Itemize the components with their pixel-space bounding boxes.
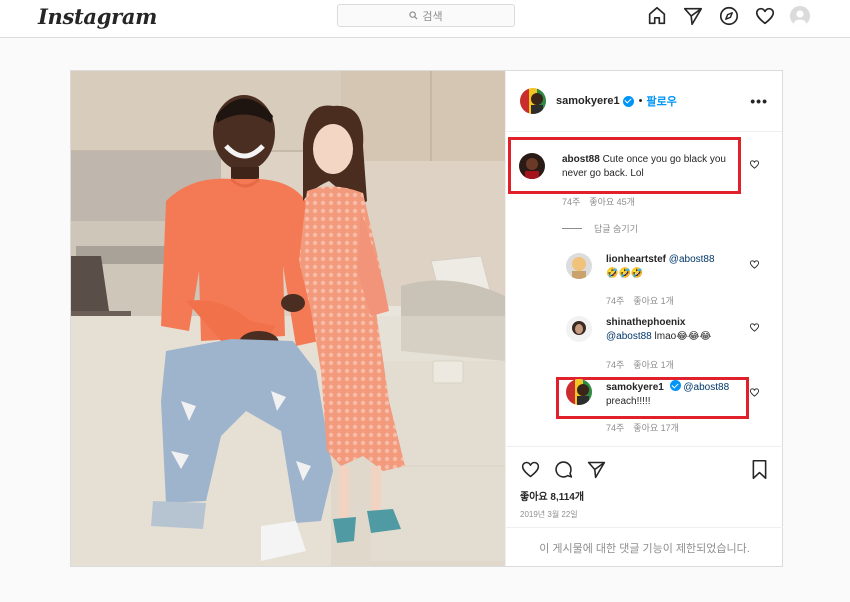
likes-count[interactable]: 좋아요 8,114개 (520, 488, 584, 503)
reply-meta: 74주 좋아요 1개 (606, 294, 683, 307)
instagram-logo[interactable]: Instagram (38, 4, 157, 29)
comment-like-icon[interactable] (749, 159, 760, 170)
home-icon[interactable] (646, 5, 668, 27)
author-username[interactable]: samokyere1 (556, 95, 620, 107)
reply (566, 316, 592, 342)
reply-username[interactable]: lionheartstef (606, 254, 666, 265)
post-photo (71, 71, 505, 566)
reply-text: 🤣🤣🤣 (606, 268, 644, 279)
commenter-avatar[interactable] (519, 153, 545, 179)
verified-badge-icon (669, 380, 681, 391)
search-input[interactable]: 검색 (337, 4, 515, 27)
reply (566, 253, 592, 279)
reply-mention[interactable]: @abost88 (669, 254, 715, 265)
post-sidebar: samokyere1 • 팔로우 ••• abost88 Cute once y… (505, 71, 783, 566)
comment-icon[interactable] (553, 459, 574, 480)
avatar[interactable] (790, 6, 810, 26)
comment-time[interactable]: 74주 (562, 197, 580, 207)
reply-meta: 74주 좋아요 17개 (606, 421, 688, 434)
comments-disabled-notice: 이 게시물에 대한 댓글 기능이 제한되었습니다. (506, 527, 783, 567)
hide-replies-line (562, 228, 582, 229)
top-nav: Instagram 검색 (0, 0, 850, 38)
post-header: samokyere1 • 팔로우 ••• (506, 71, 782, 132)
reply-body: shinathephoenix @abost88 lmao😂😂😂 (606, 316, 746, 344)
reply-like-icon[interactable] (749, 322, 760, 333)
post-actions: 좋아요 8,114개 2019년 3월 22일 이 게시물에 대한 댓글 기능이… (506, 446, 783, 566)
reply-body: lionheartstef @abost88 🤣🤣🤣 (606, 253, 746, 281)
search-placeholder: 검색 (422, 10, 443, 23)
comment-body: abost88 Cute once you go black you never… (562, 153, 732, 181)
comment-username[interactable]: abost88 (562, 154, 600, 165)
author-avatar[interactable] (520, 88, 546, 114)
reply-body: samokyere1 @abost88 preach!!!!! (606, 380, 746, 409)
reply-text: preach!!!!! (606, 396, 651, 407)
more-options-button[interactable]: ••• (750, 93, 768, 109)
hide-replies-button[interactable]: 답글 숨기기 (562, 222, 638, 235)
reply-username[interactable]: samokyere1 (606, 382, 664, 393)
reply (566, 379, 592, 405)
follow-button[interactable]: 팔로우 (646, 93, 676, 109)
reply-like-icon[interactable] (749, 387, 760, 398)
post-card: samokyere1 • 팔로우 ••• abost88 Cute once y… (70, 70, 783, 567)
reply-time[interactable]: 74주 (606, 360, 624, 370)
reply-avatar[interactable] (566, 316, 592, 342)
share-icon[interactable] (586, 459, 607, 480)
reply-likes[interactable]: 좋아요 17개 (633, 423, 679, 433)
reply-time[interactable]: 74주 (606, 423, 624, 433)
reply-like-icon[interactable] (749, 259, 760, 270)
reply-text: lmao😂😂😂 (654, 331, 712, 342)
search-icon (409, 11, 418, 20)
heart-icon[interactable] (520, 459, 541, 480)
comment (519, 153, 545, 179)
reply-likes[interactable]: 좋아요 1개 (633, 296, 674, 306)
hide-replies-label: 답글 숨기기 (594, 224, 638, 234)
bookmark-icon[interactable] (750, 459, 769, 480)
reply-likes[interactable]: 좋아요 1개 (633, 360, 674, 370)
comment-likes[interactable]: 좋아요 45개 (589, 197, 635, 207)
separator-dot: • (638, 95, 643, 107)
direct-icon[interactable] (682, 5, 704, 27)
reply-mention[interactable]: @abost88 (683, 382, 729, 393)
comment-meta: 74주 좋아요 45개 (562, 195, 644, 208)
verified-badge-icon (622, 95, 634, 107)
reply-mention[interactable]: @abost88 (606, 331, 652, 342)
heart-icon[interactable] (754, 5, 776, 27)
reply-time[interactable]: 74주 (606, 296, 624, 306)
reply-meta: 74주 좋아요 1개 (606, 358, 683, 371)
post-date[interactable]: 2019년 3월 22일 (520, 509, 578, 520)
compass-icon[interactable] (718, 5, 740, 27)
reply-avatar[interactable] (566, 253, 592, 279)
reply-username[interactable]: shinathephoenix (606, 317, 685, 328)
reply-avatar[interactable] (566, 379, 592, 405)
